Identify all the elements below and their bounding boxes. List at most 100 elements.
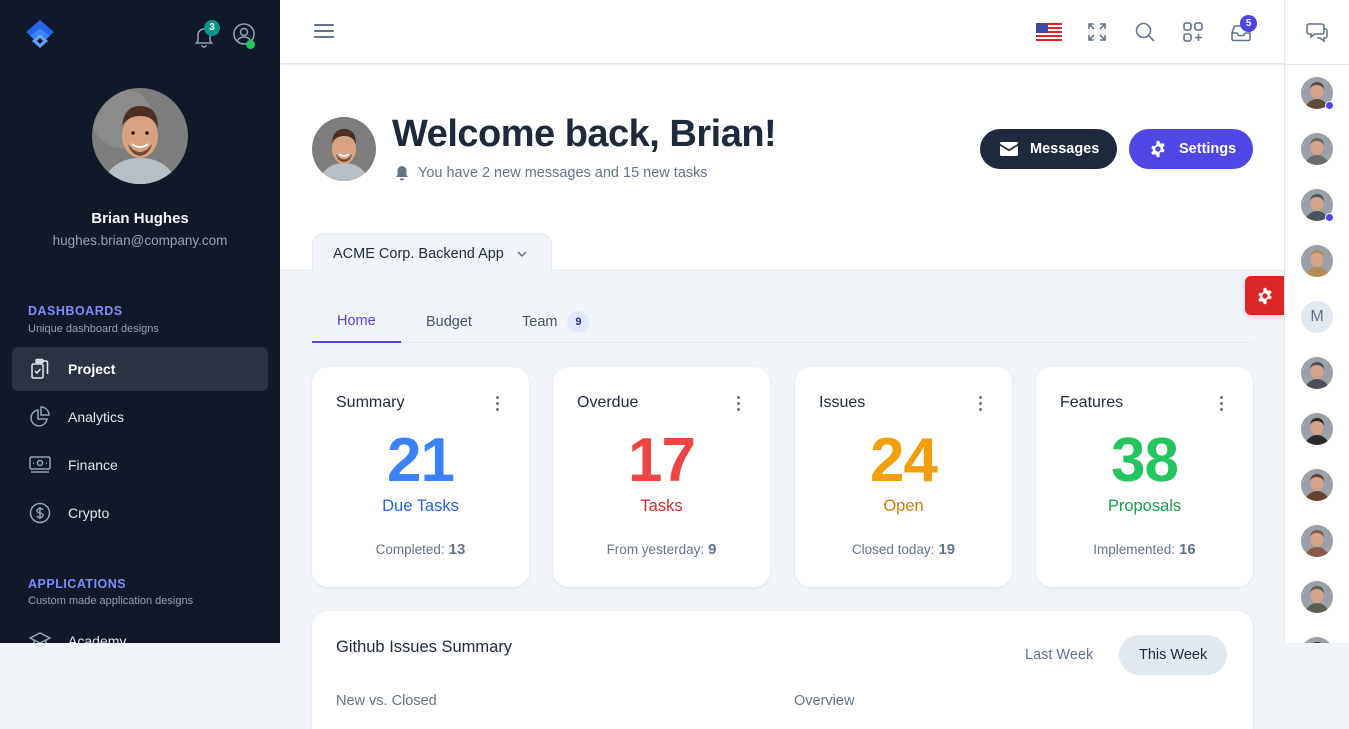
welcome-section: Welcome back, Brian! You have 2 new mess… (280, 65, 1284, 271)
stat-value: 21 (312, 425, 529, 496)
overview-label: Overview (794, 693, 854, 709)
contact-avatar[interactable] (1301, 413, 1333, 445)
more-vertical-icon[interactable] (970, 393, 990, 413)
stat-footer-value: 16 (1179, 541, 1196, 558)
sidebar-item-analytics[interactable]: Analytics (12, 395, 268, 439)
stat-label: Tasks (553, 497, 770, 516)
settings-button-label: Settings (1179, 141, 1236, 157)
theme-settings-button[interactable] (1245, 276, 1285, 315)
contact-avatar[interactable] (1301, 133, 1333, 165)
stat-value: 24 (795, 425, 1012, 496)
stat-footer-label: Completed: (376, 542, 445, 557)
messages-button-label: Messages (1030, 141, 1099, 157)
tab-label: Budget (426, 314, 472, 330)
contact-avatar[interactable] (1301, 189, 1333, 221)
tab-budget[interactable]: Budget (401, 300, 497, 343)
top-header: 5 (280, 0, 1284, 64)
stat-title: Issues (819, 394, 865, 412)
user-email: hughes.brian@company.com (0, 233, 280, 248)
stat-card-overdue: Overdue 17 Tasks From yesterday:9 (553, 367, 770, 587)
welcome-avatar (312, 117, 376, 181)
welcome-subtitle: You have 2 new messages and 15 new tasks (394, 165, 708, 181)
stat-footer-label: Implemented: (1093, 542, 1175, 557)
nav-group-subtitle-dashboards: Unique dashboard designs (28, 323, 159, 335)
tab-label: Home (337, 313, 376, 329)
avatar (1301, 637, 1333, 643)
contact-avatar[interactable] (1301, 469, 1333, 501)
new-vs-closed-label: New vs. Closed (336, 693, 437, 709)
chat-bubbles-icon[interactable] (1305, 20, 1329, 44)
contact-avatar[interactable] (1301, 525, 1333, 557)
contact-avatar[interactable] (1301, 357, 1333, 389)
online-status-dot (1325, 101, 1334, 110)
nav-group-title-applications: APPLICATIONS (28, 577, 126, 591)
academic-cap-icon (28, 629, 52, 643)
flag-us-icon[interactable] (1036, 23, 1062, 41)
project-selector[interactable]: ACME Corp. Backend App (312, 234, 552, 272)
avatar (1301, 469, 1333, 501)
user-avatar[interactable] (92, 88, 188, 184)
app-logo-icon[interactable] (24, 18, 56, 54)
cash-icon (28, 453, 52, 477)
last-week-button[interactable]: Last Week (1005, 635, 1113, 675)
clipboard-check-icon (28, 357, 52, 381)
contact-avatar[interactable]: M (1301, 301, 1333, 333)
avatar (1301, 133, 1333, 165)
stat-value: 17 (553, 425, 770, 496)
tab-team[interactable]: Team 9 (497, 300, 614, 343)
stat-title: Overdue (577, 394, 638, 412)
quick-chat-sidebar: M (1284, 0, 1349, 643)
team-count-badge: 9 (567, 311, 589, 333)
stat-footer-label: Closed today: (852, 542, 935, 557)
stat-card-summary: Summary 21 Due Tasks Completed: 13 (312, 367, 529, 587)
contact-avatar[interactable] (1301, 637, 1333, 643)
welcome-subtitle-text: You have 2 new messages and 15 new tasks (418, 165, 708, 181)
messages-button[interactable]: Messages (980, 129, 1117, 169)
divider (1285, 64, 1349, 65)
left-sidebar: 3 Brian Hughes hughes.brian@company.com … (0, 0, 280, 643)
fullscreen-icon[interactable] (1085, 20, 1109, 44)
contact-avatar[interactable] (1301, 77, 1333, 109)
cog-icon (1256, 287, 1274, 305)
tab-label: Team (522, 314, 557, 330)
bell-icon (394, 165, 410, 181)
more-vertical-icon[interactable] (487, 393, 507, 413)
tab-home[interactable]: Home (312, 300, 401, 343)
stat-footer: From yesterday:9 (553, 541, 770, 558)
stat-label: Due Tasks (312, 497, 529, 516)
contact-avatar[interactable] (1301, 581, 1333, 613)
stat-card-features: Features 38 Proposals Implemented:16 (1036, 367, 1253, 587)
sidebar-item-label: Academy (68, 633, 126, 643)
github-issues-card: Github Issues Summary Last Week This Wee… (312, 611, 1253, 729)
more-vertical-icon[interactable] (728, 393, 748, 413)
menu-icon[interactable] (314, 24, 334, 40)
sidebar-item-finance[interactable]: Finance (12, 443, 268, 487)
avatar (1301, 357, 1333, 389)
envelope-icon (1000, 139, 1018, 159)
contact-avatar[interactable] (1301, 245, 1333, 277)
sidebar-top: 3 (24, 18, 256, 54)
online-status-dot (246, 40, 255, 49)
stat-footer-value: 13 (449, 541, 466, 558)
sidebar-item-label: Crypto (68, 505, 109, 521)
this-week-button[interactable]: This Week (1119, 635, 1227, 675)
search-icon[interactable] (1133, 20, 1157, 44)
project-selector-label: ACME Corp. Backend App (333, 246, 504, 262)
more-vertical-icon[interactable] (1211, 393, 1231, 413)
avatar (1301, 525, 1333, 557)
sidebar-item-project[interactable]: Project (12, 347, 268, 391)
avatar (1301, 413, 1333, 445)
inbox-badge: 5 (1240, 15, 1257, 32)
stat-title: Summary (336, 394, 404, 412)
chevron-down-icon (516, 248, 528, 260)
sidebar-item-crypto[interactable]: Crypto (12, 491, 268, 535)
notifications-badge: 3 (204, 20, 220, 36)
settings-button[interactable]: Settings (1129, 129, 1253, 169)
avatar (1301, 245, 1333, 277)
avatar (1301, 581, 1333, 613)
pie-chart-icon (28, 405, 52, 429)
user-name: Brian Hughes (0, 210, 280, 227)
shortcuts-icon[interactable] (1181, 20, 1205, 44)
sidebar-item-academy[interactable]: Academy (12, 619, 268, 643)
page-title: Welcome back, Brian! (392, 113, 776, 156)
